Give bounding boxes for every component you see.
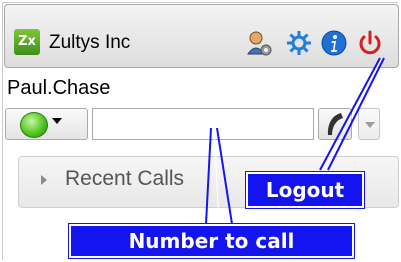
gear-icon[interactable]: [284, 28, 314, 58]
call-options-dropdown[interactable]: [358, 108, 380, 140]
zultys-logo: Zx: [14, 29, 40, 55]
logout-callout-label: Logout: [265, 178, 345, 202]
chevron-down-icon: [52, 118, 62, 124]
user-settings-icon[interactable]: [244, 28, 274, 58]
user-name: Paul.Chase: [7, 77, 111, 99]
phone-handset-icon: [327, 113, 343, 135]
presence-status-button[interactable]: [5, 108, 88, 140]
chevron-down-icon: [365, 122, 375, 128]
power-icon[interactable]: [355, 28, 385, 58]
recent-calls-label: Recent Calls: [65, 167, 185, 190]
expand-arrow-icon: [41, 175, 47, 185]
number-to-call-input[interactable]: [92, 108, 314, 140]
number-to-call-callout: Number to call: [68, 223, 355, 259]
info-icon[interactable]: [319, 28, 349, 58]
call-button[interactable]: [318, 108, 352, 140]
company-name: Zultys Inc: [49, 32, 131, 53]
number-to-call-callout-label: Number to call: [128, 229, 295, 253]
logout-callout: Logout: [245, 171, 365, 209]
presence-status-icon: [20, 112, 48, 138]
